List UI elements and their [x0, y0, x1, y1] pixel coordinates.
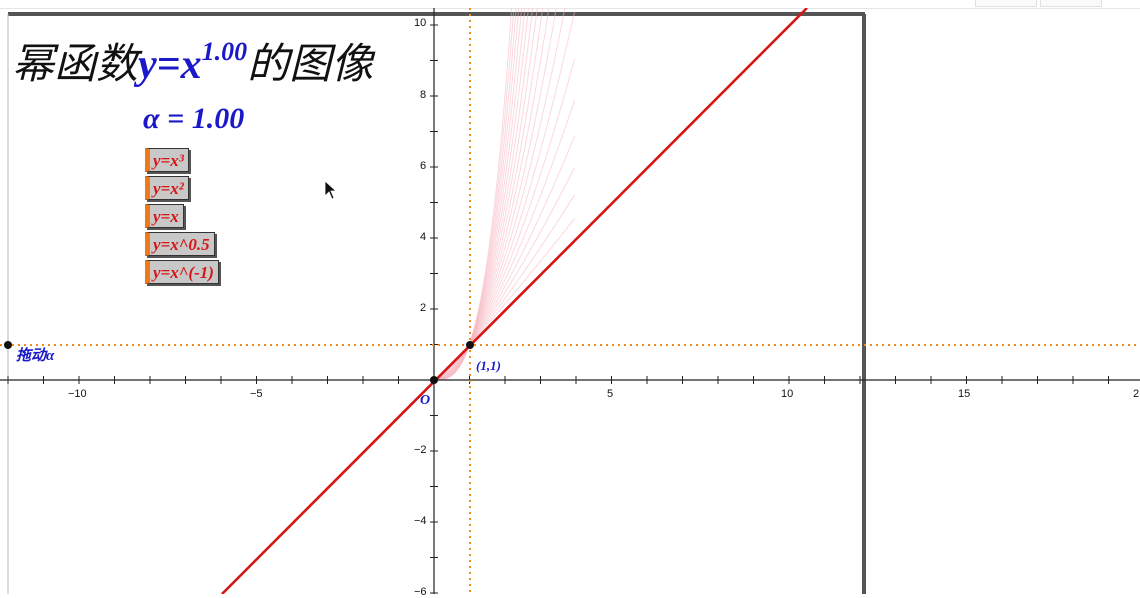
- x-tick-label: 2: [1133, 388, 1140, 400]
- y-tick-label: −4: [414, 515, 427, 527]
- power-function-curve: [221, 8, 808, 594]
- toolbar-button[interactable]: [1040, 0, 1102, 7]
- slider-label: 拖动α: [16, 348, 55, 364]
- title-suffix: 的图像: [247, 42, 374, 88]
- origin-point[interactable]: [430, 376, 438, 384]
- x-tick-label: 5: [607, 388, 614, 400]
- button-x-cubed[interactable]: y=x³: [145, 148, 189, 172]
- trace-curve: [434, 8, 513, 381]
- point-label: (1,1): [476, 358, 501, 373]
- toolbar-button[interactable]: [975, 0, 1037, 7]
- trace-curve: [434, 8, 544, 381]
- page-title: 幂函数y=x1.00的图像: [12, 30, 373, 91]
- button-x-inverse[interactable]: y=x^(-1): [145, 260, 219, 284]
- y-tick-label: 2: [420, 302, 427, 314]
- x-tick-label: 10: [781, 388, 794, 400]
- graph-canvas[interactable]: 幂函数y=x1.00的图像 α = 1.00 y=x³ y=x² y=x y=x…: [0, 8, 1140, 598]
- y-tick-label: −2: [414, 444, 427, 456]
- button-x-sqrt[interactable]: y=x^0.5: [145, 232, 215, 256]
- origin-label: O: [420, 393, 431, 408]
- button-x-linear[interactable]: y=x: [145, 204, 184, 228]
- y-tick-label: 4: [420, 231, 427, 243]
- slider-handle[interactable]: [4, 341, 12, 349]
- y-tick-label: 8: [420, 89, 427, 101]
- y-tick-label: 6: [420, 160, 427, 172]
- trace-curve: [434, 11, 514, 381]
- point-1-1[interactable]: [466, 341, 474, 349]
- y-tick-label: 10: [414, 17, 427, 29]
- title-prefix: 幂函数: [12, 42, 139, 88]
- title-exponent: 1.00: [201, 37, 248, 66]
- mouse-cursor-icon: [324, 180, 338, 200]
- x-tick-label: 15: [958, 388, 971, 400]
- alpha-value-display: α = 1.00: [143, 102, 245, 135]
- x-tick-label: −10: [68, 388, 87, 400]
- x-tick-label: −5: [250, 388, 263, 400]
- trace-curves: [433, 8, 576, 381]
- button-x-squared[interactable]: y=x²: [145, 176, 189, 200]
- title-expression: y=x: [138, 42, 202, 88]
- graph-svg: [0, 8, 1140, 594]
- y-tick-label: −6: [414, 586, 427, 598]
